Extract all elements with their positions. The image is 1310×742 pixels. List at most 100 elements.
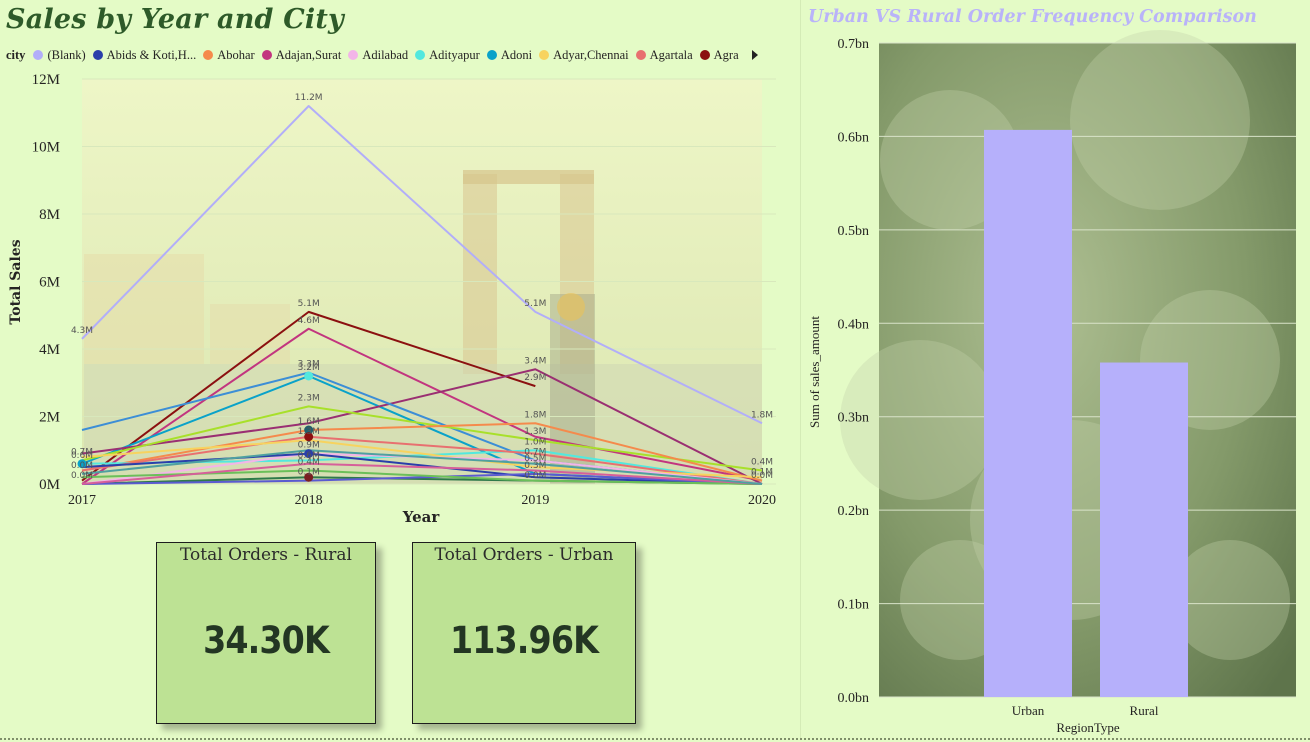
data-label: 0.0M	[71, 471, 93, 481]
line-chart-title: Sales by Year and City	[6, 4, 344, 35]
person-hat	[557, 293, 585, 321]
y-axis-title: Sum of sales_amount	[807, 316, 822, 428]
data-label: 0.4M	[751, 458, 773, 468]
legend-item[interactable]: Abohar	[203, 48, 255, 63]
legend-item-label: Adyar,Chennai	[553, 47, 629, 62]
data-label: 1.6M	[298, 417, 320, 427]
legend-item-label: Adajan,Surat	[275, 47, 342, 62]
legend-dot-icon	[203, 50, 214, 60]
legend-dot-icon	[261, 50, 272, 60]
legend-item[interactable]: Adilabad	[348, 48, 408, 63]
legend-item[interactable]: Abids & Koti,H...	[92, 47, 197, 63]
city-legend: city (Blank) Abids & Koti,H... Abohar Adaja…	[6, 46, 786, 64]
data-label: 5.1M	[298, 299, 320, 309]
legend-dot-icon	[348, 50, 359, 60]
legend-dot-icon	[33, 50, 44, 60]
x-tick-label: Rural	[1130, 703, 1159, 718]
legend-dot-icon	[635, 50, 646, 60]
data-label: 5.1M	[524, 299, 546, 309]
data-label: 0.6M	[71, 451, 93, 461]
line-chart: 0M 2M 4M 6M 8M 10M 12M 2017 2018 2019 2020 Year Tota…	[8, 72, 776, 526]
data-label: 2.3M	[298, 393, 320, 403]
x-axis-title: RegionType	[1056, 720, 1120, 735]
legend-items: (Blank) Abids & Koti,H... Abohar Adajan,Sur…	[33, 48, 745, 63]
y-tick-label: 0M	[39, 477, 60, 493]
bridge-top-beam	[463, 170, 594, 184]
kpi-rural-label: Total Orders - Rural	[180, 545, 352, 565]
data-label: 1.3M	[524, 427, 546, 437]
legend-item-label: Abids & Koti,H...	[106, 47, 197, 62]
legend-dot-icon	[539, 50, 550, 60]
y-tick-label: 0.3bn	[838, 411, 870, 426]
y-tick-label: 0.5bn	[838, 224, 870, 239]
legend-item-label: Adityapur	[429, 47, 480, 62]
x-tick-label: 2017	[68, 493, 96, 508]
bridge-tower-left	[463, 174, 497, 374]
x-tick-label: 2019	[521, 493, 549, 508]
x-tick-label: 2020	[748, 493, 776, 508]
data-label: 0.9M	[298, 441, 320, 451]
legend-item-label: Adilabad	[362, 47, 409, 62]
data-label: 3.3M	[298, 360, 320, 370]
legend-item[interactable]: (Blank)	[33, 47, 86, 63]
y-tick-label: 0.4bn	[838, 317, 870, 332]
data-label: 11.2M	[295, 93, 323, 103]
legend-item-label: Adoni	[500, 47, 533, 62]
y-axis-title: Total Sales	[8, 239, 24, 324]
legend-item-label: Abohar	[217, 47, 255, 62]
data-label: 3.4M	[524, 356, 546, 366]
data-label: 0.0M	[71, 461, 93, 471]
data-label: 0.3M	[524, 461, 546, 471]
data-label: 0.0M	[524, 471, 546, 481]
legend-item[interactable]: Adyar,Chennai	[539, 48, 629, 63]
y-tick-label: 0.0bn	[838, 691, 870, 706]
legend-item[interactable]: Agartala	[635, 47, 693, 63]
legend-item[interactable]: Adityapur	[415, 48, 480, 63]
legend-item-label: (Blank)	[47, 47, 86, 62]
data-label: 1.8M	[751, 410, 773, 420]
legend-dot-icon	[486, 50, 497, 60]
data-label: 0.1M	[298, 468, 320, 478]
data-label: 2.9M	[524, 373, 546, 383]
kpi-card-rural: Total Orders - Rural 34.30K	[156, 542, 376, 724]
data-label: 4.6M	[298, 316, 320, 326]
y-tick-label: 0.2bn	[838, 504, 870, 519]
legend-dot-icon	[415, 50, 426, 60]
x-axis-title: Year	[402, 508, 441, 526]
data-label: 0.0M	[751, 471, 773, 481]
y-tick-label: 0.7bn	[838, 37, 870, 52]
legend-item[interactable]: Agra	[699, 47, 739, 63]
kpi-card-urban: Total Orders - Urban 113.96K	[412, 542, 636, 724]
y-tick-label: 6M	[39, 275, 60, 291]
y-tick-label: 0.1bn	[838, 598, 870, 613]
y-tick-label: 10M	[32, 140, 60, 156]
data-label: 0.4M	[298, 458, 320, 468]
legend-next-arrow-icon[interactable]	[751, 50, 758, 60]
bar	[984, 129, 1072, 698]
y-tick-label: 0.6bn	[838, 130, 870, 145]
legend-item-label: Agartala	[649, 47, 693, 62]
x-tick-label: Urban	[1012, 703, 1045, 718]
y-tick-label: 2M	[39, 410, 60, 426]
kpi-urban-value: 113.96K	[449, 619, 599, 662]
legend-item[interactable]: Adoni	[486, 47, 533, 63]
legend-item-label: Agra	[713, 47, 739, 62]
bar-chart: 0.0bn 0.1bn 0.2bn 0.3bn 0.4bn 0.5bn 0.6bn 0.7bn…	[807, 30, 1296, 735]
x-tick-label: 2018	[295, 493, 323, 508]
page-divider	[0, 738, 1310, 740]
y-tick-label: 4M	[39, 342, 60, 358]
legend-dot-icon	[699, 50, 710, 60]
legend-item[interactable]: Adajan,Surat	[261, 47, 342, 63]
data-label: 1.3M	[298, 427, 320, 437]
y-tick-label: 12M	[32, 72, 60, 88]
cloud-puff	[1070, 30, 1250, 210]
data-label: 4.3M	[71, 326, 93, 336]
bar-chart-title: Urban VS Rural Order Frequency Compariso…	[808, 7, 1257, 27]
legend-dot-icon	[92, 50, 103, 60]
legend-title: city	[6, 47, 26, 62]
data-label: 1.8M	[524, 410, 546, 420]
kpi-urban-label: Total Orders - Urban	[434, 545, 614, 565]
skyline-block	[84, 254, 204, 364]
bar	[1100, 362, 1188, 697]
y-tick-label: 8M	[39, 207, 60, 223]
